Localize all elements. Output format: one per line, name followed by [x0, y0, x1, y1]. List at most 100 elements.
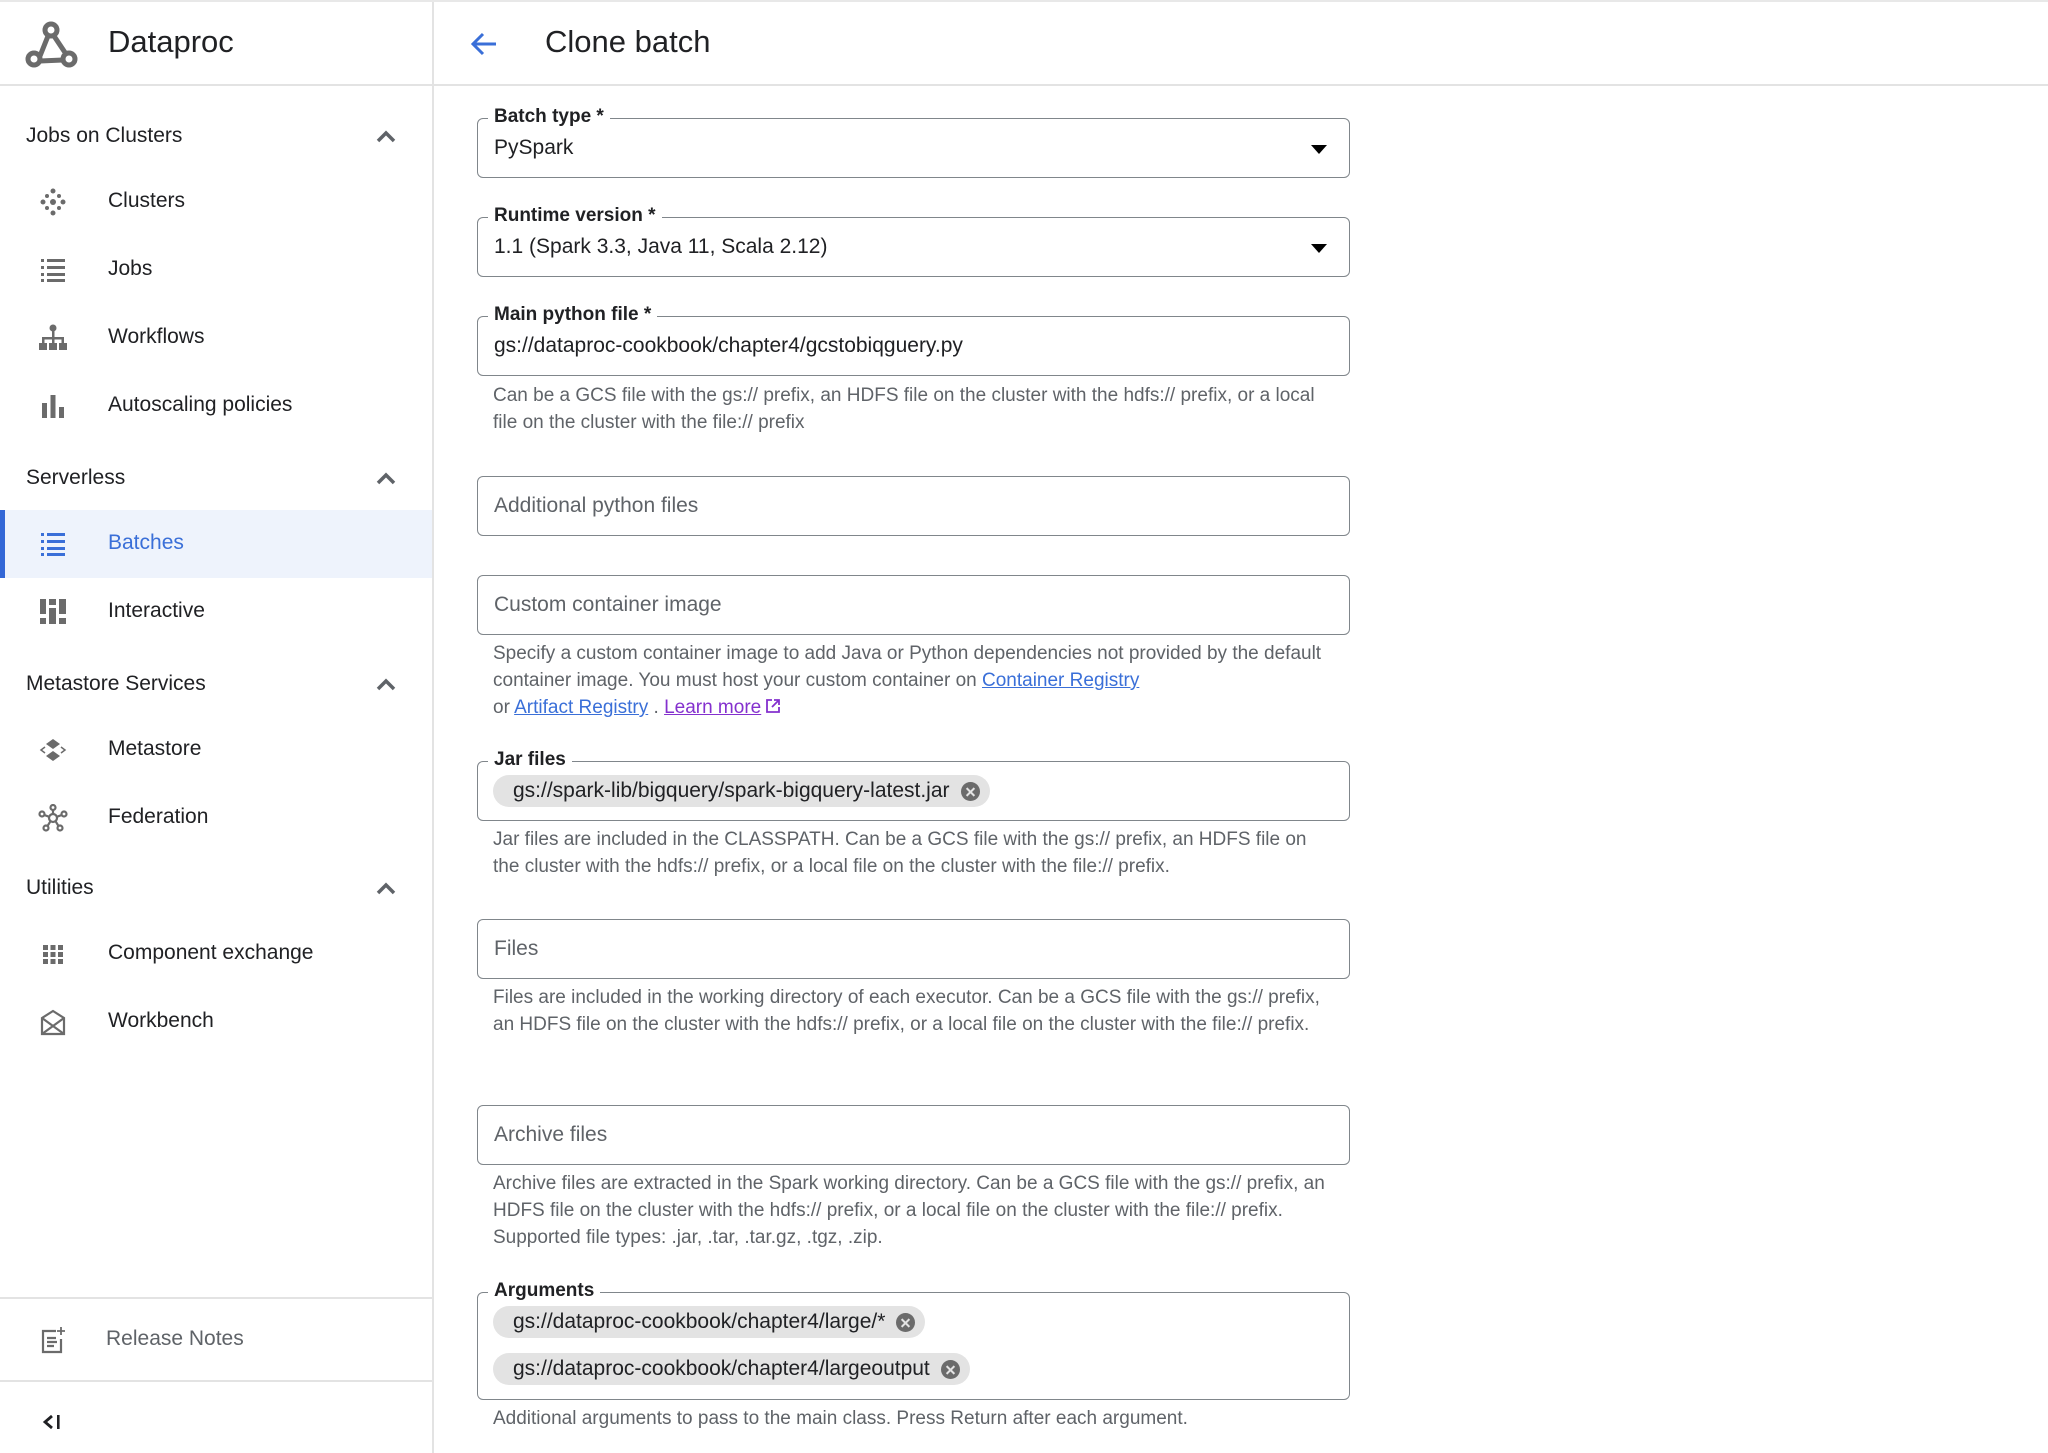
- jar-files-help: Jar files are included in the CLASSPATH.…: [493, 829, 1307, 877]
- release-notes-label: Release Notes: [106, 1327, 244, 1350]
- sidebar-item-label: Workbench: [108, 1009, 214, 1032]
- learn-more-link[interactable]: Learn more: [664, 697, 761, 718]
- custom-container-help: Specify a custom container image to add …: [493, 640, 1333, 721]
- sidebar-item-metastore[interactable]: Metastore: [0, 716, 432, 784]
- sidebar-item-component-exchange[interactable]: Component exchange: [0, 920, 432, 988]
- chip-label: gs://dataproc-cookbook/chapter4/large/*: [513, 1310, 886, 1333]
- sidebar-item-autoscaling-policies[interactable]: Autoscaling policies: [0, 372, 432, 440]
- help-text: .: [648, 697, 665, 718]
- bar-chart-icon: [42, 395, 64, 418]
- help-text: Specify a custom container image to add …: [493, 643, 1322, 691]
- dropdown-arrow-icon: [1311, 145, 1327, 154]
- section-utilities[interactable]: Utilities: [0, 864, 432, 914]
- workbench-icon: [40, 1009, 66, 1036]
- dataproc-logo-icon: [25, 21, 78, 68]
- argument-chip[interactable]: gs://dataproc-cookbook/chapter4/large/*: [493, 1306, 926, 1338]
- federation-icon: [38, 804, 68, 832]
- section-label: Jobs on Clusters: [26, 124, 183, 147]
- release-notes-link[interactable]: Release Notes: [0, 1300, 432, 1380]
- placeholder: Additional python files: [494, 494, 699, 517]
- sidebar-item-interactive[interactable]: Interactive: [0, 578, 432, 646]
- jar-file-chip[interactable]: gs://spark-lib/bigquery/spark-bigquery-l…: [493, 775, 990, 807]
- sidebar-item-jobs[interactable]: Jobs: [0, 236, 432, 304]
- jar-files-input[interactable]: Jar files gs://spark-lib/bigquery/spark-…: [477, 748, 1350, 821]
- field-label: Arguments: [488, 1279, 601, 1303]
- argument-chip[interactable]: gs://dataproc-cookbook/chapter4/largeout…: [493, 1353, 970, 1385]
- sidebar-item-label: Autoscaling policies: [108, 393, 293, 416]
- sidebar-item-label: Batches: [108, 531, 184, 554]
- field-label: Batch type *: [488, 105, 610, 129]
- product-header: Dataproc: [0, 0, 434, 86]
- artifact-registry-link[interactable]: Artifact Registry: [514, 697, 648, 718]
- release-notes-icon: [41, 1327, 65, 1354]
- page-title: Clone batch: [545, 24, 711, 59]
- files-help: Files are included in the working direct…: [493, 987, 1320, 1035]
- chevron-up-icon[interactable]: [374, 674, 398, 694]
- remove-chip-icon[interactable]: [896, 1313, 916, 1332]
- chevron-up-icon[interactable]: [374, 126, 398, 146]
- archive-files-help: Archive files are extracted in the Spark…: [493, 1173, 1325, 1248]
- placeholder: Custom container image: [494, 593, 722, 616]
- sidebar-item-label: Clusters: [108, 189, 186, 212]
- field-label: Main python file *: [488, 303, 658, 327]
- sidebar-item-label: Federation: [108, 805, 209, 828]
- additional-python-files-input[interactable]: Additional python files: [477, 476, 1350, 536]
- section-label: Metastore Services: [26, 672, 206, 695]
- remove-chip-icon[interactable]: [940, 1360, 960, 1379]
- sidebar-item-batches[interactable]: Batches: [0, 510, 432, 578]
- chip-label: gs://dataproc-cookbook/chapter4/largeout…: [513, 1357, 930, 1380]
- sidebar-item-workbench[interactable]: Workbench: [0, 988, 432, 1056]
- collapse-sidebar-icon[interactable]: [40, 1408, 68, 1436]
- sidebar-item-label: Component exchange: [108, 941, 314, 964]
- help-text: or: [493, 697, 515, 718]
- placeholder: Files: [494, 937, 539, 960]
- page-header: Clone batch: [434, 0, 2048, 86]
- clusters-icon: [40, 188, 66, 216]
- chip-label: gs://spark-lib/bigquery/spark-bigquery-l…: [513, 779, 950, 802]
- sidebar: Dataproc Jobs on Clusters Clusters Jobs …: [0, 0, 434, 1453]
- main-python-file-value: gs://dataproc-cookbook/chapter4/gcstobiq…: [494, 334, 963, 357]
- arguments-input[interactable]: Arguments gs://dataproc-cookbook/chapter…: [477, 1279, 1350, 1400]
- section-jobs-on-clusters[interactable]: Jobs on Clusters: [0, 112, 432, 162]
- batch-type-value: PySpark: [494, 136, 574, 159]
- field-label: Jar files: [488, 748, 572, 772]
- external-link-icon[interactable]: [764, 697, 782, 715]
- workflow-icon: [39, 324, 67, 350]
- remove-chip-icon[interactable]: [960, 782, 980, 801]
- sidebar-item-label: Jobs: [108, 257, 153, 280]
- section-metastore-services[interactable]: Metastore Services: [0, 660, 432, 710]
- runtime-version-value: 1.1 (Spark 3.3, Java 11, Scala 2.12): [494, 235, 828, 258]
- divider: [0, 1297, 432, 1299]
- field-label: Runtime version *: [488, 204, 662, 228]
- grid-icon: [43, 945, 63, 964]
- files-input[interactable]: Files: [477, 919, 1350, 979]
- section-label: Utilities: [26, 876, 94, 899]
- section-serverless[interactable]: Serverless: [0, 454, 432, 504]
- chevron-up-icon[interactable]: [374, 468, 398, 488]
- main-python-file-help: Can be a GCS file with the gs:// prefix,…: [493, 385, 1315, 433]
- container-registry-link[interactable]: Container Registry: [982, 670, 1139, 691]
- sidebar-item-federation[interactable]: Federation: [0, 784, 432, 852]
- chevron-up-icon[interactable]: [374, 878, 398, 898]
- main-python-file-input[interactable]: Main python file * gs://dataproc-cookboo…: [477, 303, 1350, 376]
- placeholder: Archive files: [494, 1123, 608, 1146]
- sidebar-item-clusters[interactable]: Clusters: [0, 168, 432, 236]
- dropdown-arrow-icon: [1311, 244, 1327, 253]
- sidebar-item-workflows[interactable]: Workflows: [0, 304, 432, 372]
- divider: [0, 1380, 432, 1382]
- list-icon: [41, 259, 65, 282]
- archive-files-input[interactable]: Archive files: [477, 1105, 1350, 1165]
- custom-container-image-input[interactable]: Custom container image: [477, 575, 1350, 635]
- sidebar-item-label: Metastore: [108, 737, 202, 760]
- batch-type-select[interactable]: Batch type * PySpark: [477, 105, 1350, 178]
- interactive-icon: [40, 599, 66, 624]
- back-arrow-icon[interactable]: [468, 28, 500, 60]
- runtime-version-select[interactable]: Runtime version * 1.1 (Spark 3.3, Java 1…: [477, 204, 1350, 277]
- sidebar-item-label: Workflows: [108, 325, 205, 348]
- list-icon: [41, 533, 65, 556]
- sidebar-item-label: Interactive: [108, 599, 205, 622]
- metastore-icon: [39, 739, 67, 761]
- arguments-help: Additional arguments to pass to the main…: [493, 1408, 1188, 1429]
- product-name: Dataproc: [108, 24, 234, 59]
- section-label: Serverless: [26, 466, 126, 489]
